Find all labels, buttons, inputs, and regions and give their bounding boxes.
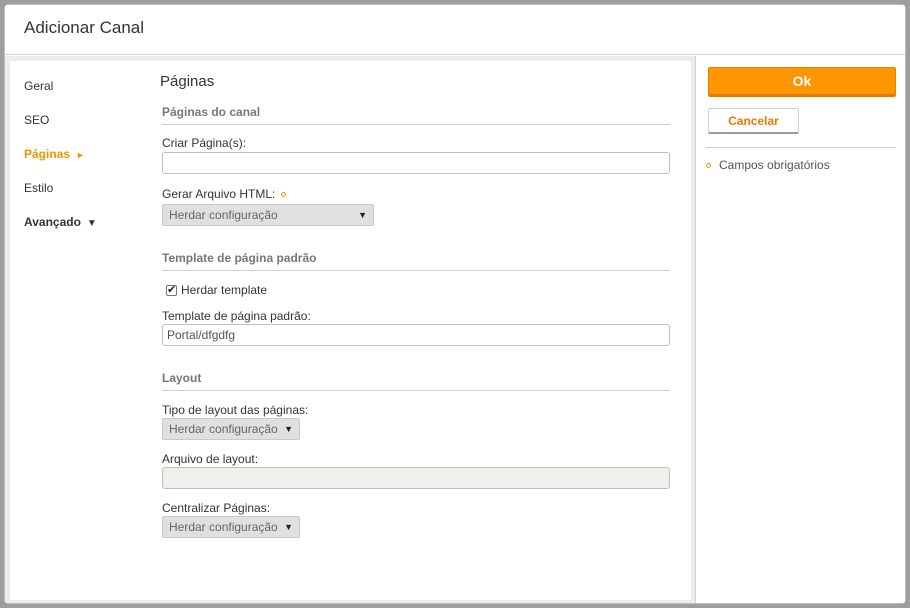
template-padrao-label: Template de página padrão: bbox=[162, 309, 311, 323]
nav-item-label: Páginas bbox=[24, 147, 71, 161]
template-padrao-input[interactable] bbox=[162, 324, 670, 346]
required-icon bbox=[706, 162, 711, 168]
tipo-layout-label: Tipo de layout das páginas: bbox=[162, 403, 309, 417]
checkmark-icon: ✔ bbox=[167, 283, 177, 296]
select-value: Herdar configuração bbox=[169, 208, 278, 222]
nav-item-seo[interactable]: SEO bbox=[24, 113, 49, 127]
nav-item-estilo[interactable]: Estilo bbox=[24, 181, 53, 195]
nav-item-avancado[interactable]: Avançado ▼ bbox=[24, 215, 97, 229]
sidebar-divider bbox=[706, 147, 896, 148]
nav-item-label: Estilo bbox=[24, 181, 54, 195]
chevron-down-icon: ▼ bbox=[284, 424, 293, 434]
tipo-layout-select[interactable]: Herdar configuração ▼ bbox=[162, 418, 300, 440]
nav-item-label: Avançado bbox=[24, 215, 81, 229]
centralizar-label: Centralizar Páginas: bbox=[162, 501, 271, 515]
nav-item-label: SEO bbox=[24, 113, 50, 127]
chevron-down-icon: ▼ bbox=[284, 522, 293, 532]
chevron-down-icon: ▼ bbox=[86, 218, 97, 229]
herdar-template-row: ✔ Herdar template bbox=[166, 283, 267, 297]
select-value: Herdar configuração bbox=[169, 422, 278, 436]
gerar-html-select[interactable]: Herdar configuração ▼ bbox=[162, 204, 374, 226]
arquivo-layout-label: Arquivo de layout: bbox=[162, 452, 259, 466]
action-sidebar: Ok Cancelar Campos obrigatórios bbox=[695, 56, 905, 603]
chevron-down-icon: ▼ bbox=[358, 210, 367, 220]
dialog-titlebar: Adicionar Canal bbox=[5, 5, 905, 55]
content-area: Geral SEO Páginas ► Estilo Avançado ▼ Pági… bbox=[5, 56, 695, 603]
required-fields-note: Campos obrigatórios bbox=[706, 158, 830, 172]
centralizar-select[interactable]: Herdar configuração ▼ bbox=[162, 516, 300, 538]
criar-paginas-label: Criar Página(s): bbox=[162, 136, 247, 150]
herdar-template-checkbox[interactable]: ✔ bbox=[166, 283, 177, 296]
nav-item-paginas[interactable]: Páginas ► bbox=[24, 147, 85, 161]
dialog-title: Adicionar Canal bbox=[24, 18, 145, 37]
arrow-right-icon: ► bbox=[76, 150, 85, 160]
nav-item-geral[interactable]: Geral bbox=[24, 79, 53, 93]
nav-item-label: Geral bbox=[24, 79, 54, 93]
required-icon bbox=[281, 192, 287, 198]
gerar-html-label-text: Gerar Arquivo HTML: bbox=[162, 187, 276, 201]
section-title-template: Template de página padrão bbox=[162, 251, 670, 271]
section-title-paginas-canal: Páginas do canal bbox=[162, 105, 670, 125]
cancel-button[interactable]: Cancelar bbox=[708, 108, 799, 134]
required-note-text: Campos obrigatórios bbox=[719, 158, 830, 172]
select-value: Herdar configuração bbox=[169, 520, 278, 534]
section-title-layout: Layout bbox=[162, 371, 670, 391]
criar-paginas-input[interactable] bbox=[162, 152, 670, 174]
page-title: Páginas bbox=[160, 73, 215, 90]
ok-button[interactable]: Ok bbox=[708, 67, 896, 97]
gerar-html-label: Gerar Arquivo HTML: bbox=[162, 187, 287, 201]
herdar-template-label: Herdar template bbox=[181, 283, 268, 297]
content-panel: Geral SEO Páginas ► Estilo Avançado ▼ Pági… bbox=[10, 61, 691, 600]
add-channel-dialog: Adicionar Canal Geral SEO Páginas ► Estil… bbox=[4, 4, 906, 604]
arquivo-layout-input[interactable] bbox=[162, 467, 670, 489]
